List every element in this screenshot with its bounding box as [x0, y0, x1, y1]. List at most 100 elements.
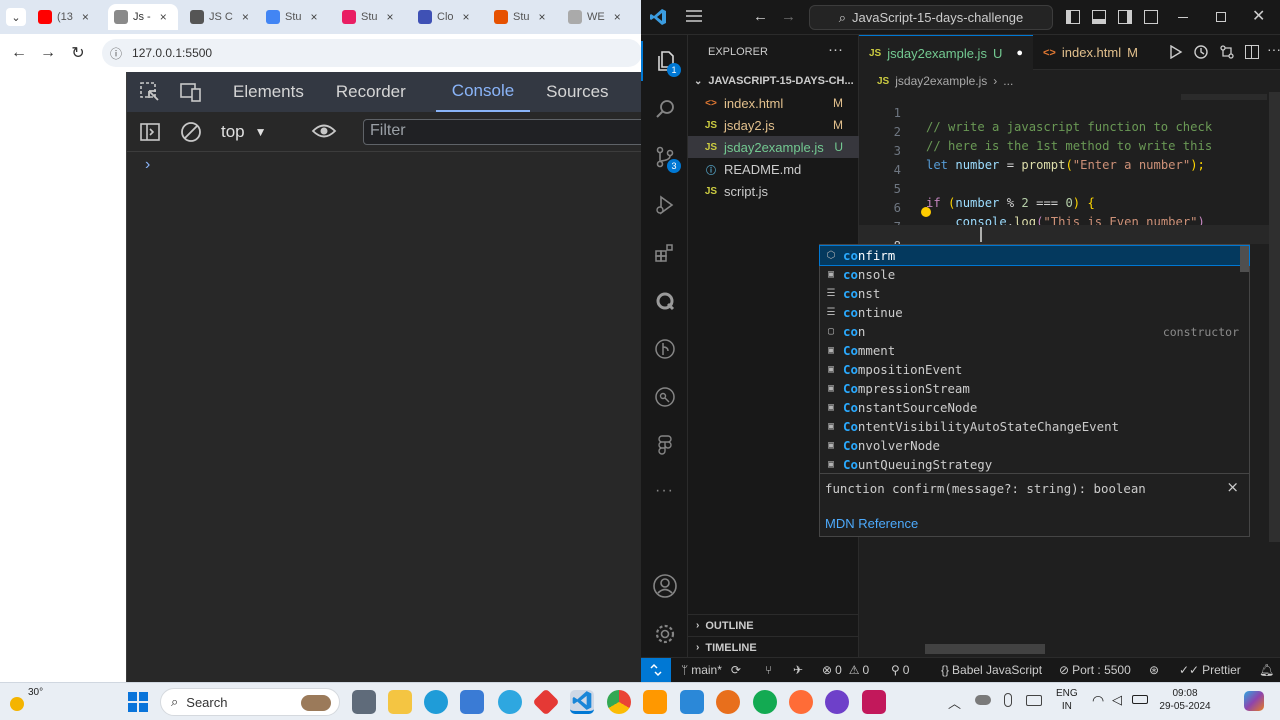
mongodb-icon[interactable] — [753, 690, 777, 714]
task-view-icon[interactable] — [352, 690, 376, 714]
toggle-panel-icon[interactable] — [1092, 10, 1106, 24]
camera-icon[interactable] — [1026, 695, 1042, 706]
unsaved-dot-icon[interactable]: ● — [1016, 47, 1023, 59]
suggestion-item[interactable]: ▣ Co ntentVisibilityAutoStateChangeEvent — [820, 417, 1249, 436]
browser-tab[interactable]: Stu × — [260, 4, 326, 30]
tab-close-icon[interactable]: × — [311, 10, 318, 24]
close-window-icon[interactable]: ✕ — [1252, 6, 1265, 26]
figma-icon[interactable] — [641, 425, 688, 465]
notifications-bell-icon[interactable]: 🔔︎ — [1259, 658, 1274, 682]
suggestion-item[interactable]: ☰ co nst — [820, 284, 1249, 303]
suggestion-item[interactable]: ▣ Co mpressionStream — [820, 379, 1249, 398]
suggestion-item[interactable]: ▣ Co mpositionEvent — [820, 360, 1249, 379]
onedrive-icon[interactable] — [975, 695, 991, 705]
tab-console[interactable]: Console — [435, 72, 531, 112]
weather-widget[interactable]: 30° — [8, 687, 48, 717]
branch-indicator[interactable]: ᛘ main* ⟳ — [681, 658, 741, 682]
back-arrow-icon[interactable]: ← — [4, 38, 34, 68]
browser-tab[interactable]: Js - × — [108, 4, 178, 30]
toggle-secondary-sidebar-icon[interactable] — [1118, 10, 1132, 24]
suggestion-item[interactable]: ⬡ co nfirm — [819, 245, 1250, 266]
tab-close-icon[interactable]: × — [387, 10, 394, 24]
live-share-icon[interactable]: ✈ — [793, 658, 803, 682]
problems-indicator[interactable]: ⊗ 0 ⚠ 0 — [822, 658, 869, 682]
explorer-files-icon[interactable]: 1 — [641, 41, 688, 81]
nav-forward-icon[interactable]: → — [781, 8, 796, 25]
tab-close-icon[interactable]: × — [614, 10, 621, 24]
git-history-icon[interactable] — [641, 377, 688, 417]
tab-close-icon[interactable]: × — [82, 10, 89, 24]
forward-arrow-icon[interactable]: → — [33, 38, 63, 68]
postman-icon[interactable] — [789, 690, 813, 714]
run-debug-icon[interactable] — [641, 185, 688, 225]
microsoft-store-icon[interactable] — [460, 690, 484, 714]
explorer-file-item[interactable]: JS jsday2.js M — [688, 114, 859, 136]
outline-section-header[interactable]: › OUTLINE — [688, 614, 859, 636]
notepad-icon[interactable] — [680, 690, 704, 714]
sublime-text-icon[interactable] — [643, 690, 667, 714]
tab-recorder[interactable]: Recorder — [320, 72, 422, 112]
editor-more-actions-icon[interactable]: ··· — [1267, 41, 1280, 57]
chrome-icon[interactable] — [607, 690, 631, 714]
chat-copilot-icon[interactable] — [498, 690, 522, 714]
reload-icon[interactable]: ↻ — [63, 38, 93, 68]
language-indicator[interactable]: ENG IN — [1056, 687, 1078, 713]
explorer-file-item[interactable]: JS script.js — [688, 180, 859, 202]
suggestion-item[interactable]: ▣ Co nstantSourceNode — [820, 398, 1249, 417]
remote-indicator-icon[interactable] — [641, 658, 671, 682]
console-filter-input[interactable]: Filter — [363, 119, 641, 145]
tab-elements[interactable]: Elements — [217, 72, 320, 112]
battery-icon[interactable] — [1132, 695, 1148, 704]
browser-tab[interactable]: Stu × — [336, 4, 402, 30]
browser-tab[interactable]: Clo × — [412, 4, 478, 30]
copilot-disabled-icon[interactable]: ⊛ — [1149, 658, 1159, 682]
customize-layout-icon[interactable] — [1144, 10, 1158, 24]
volume-icon[interactable]: ◁ — [1112, 692, 1122, 708]
explorer-file-item[interactable]: JS jsday2example.js U — [688, 136, 859, 158]
suggestion-item[interactable]: ▣ Co untQueuingStrategy — [820, 455, 1249, 474]
ports-indicator[interactable]: ⚲ 0 — [891, 658, 909, 682]
search-view-icon[interactable] — [641, 89, 688, 129]
browser-tab[interactable]: (13 × — [32, 4, 98, 30]
suggestion-item[interactable]: ☰ co ntinue — [820, 303, 1249, 322]
device-toolbar-icon[interactable] — [173, 72, 209, 112]
extensions-icon[interactable] — [641, 233, 688, 273]
workspace-folder-header[interactable]: ⌄ JAVASCRIPT-15-DAYS-CH... — [688, 70, 859, 92]
suggest-scrollbar[interactable] — [1240, 246, 1249, 272]
live-server-port[interactable]: ⊘ Port : 5500 — [1059, 658, 1131, 682]
explorer-file-item[interactable]: ⓘ README.md — [688, 158, 859, 180]
tab-list-chevron-icon[interactable]: ⌄ — [6, 8, 26, 26]
github-desktop-icon[interactable] — [825, 690, 849, 714]
start-windows-icon[interactable] — [128, 692, 148, 712]
explorer-file-item[interactable]: <> index.html M — [688, 92, 859, 114]
suggestion-item[interactable]: ▢ co n constructor — [820, 322, 1249, 341]
suggestion-item[interactable]: ▣ co nsole — [820, 265, 1249, 284]
timeline-section-header[interactable]: › TIMELINE — [688, 636, 859, 658]
red-app-icon[interactable] — [532, 688, 560, 716]
breadcrumb-file[interactable]: jsday2example.js — [895, 74, 987, 88]
horizontal-scrollbar[interactable] — [925, 644, 1045, 654]
wifi-icon[interactable]: ◠ — [1092, 692, 1104, 709]
source-control-icon[interactable]: 3 — [641, 137, 688, 177]
live-expression-eye-icon[interactable] — [311, 120, 337, 147]
browser-tab[interactable]: WE × — [562, 4, 628, 30]
tab-close-icon[interactable]: × — [539, 10, 546, 24]
prettier-indicator[interactable]: ✓✓ Prettier — [1179, 658, 1241, 682]
mdn-reference-link[interactable]: MDN Reference — [825, 516, 918, 531]
accounts-icon[interactable] — [641, 566, 688, 606]
timeline-history-icon[interactable] — [1193, 44, 1209, 65]
git-graph-icon[interactable] — [641, 329, 688, 369]
run-file-icon[interactable] — [1169, 44, 1183, 64]
toggle-primary-sidebar-icon[interactable] — [1066, 10, 1080, 24]
settings-gear-icon[interactable] — [641, 614, 688, 654]
inspect-element-icon[interactable] — [127, 72, 173, 112]
menu-hamburger-icon[interactable] — [685, 8, 705, 26]
address-bar[interactable]: ⓘ 127.0.0.1:5500 — [102, 39, 641, 67]
git-graph-status-icon[interactable]: ⑂ — [765, 658, 772, 682]
compare-changes-icon[interactable] — [1219, 44, 1235, 65]
browser-tab[interactable]: Stu × — [488, 4, 554, 30]
minimize-icon[interactable] — [1178, 17, 1188, 18]
console-prompt-chevron-icon[interactable]: › — [145, 156, 150, 174]
command-center-search[interactable]: ⌕ JavaScript-15-days-challenge — [809, 5, 1053, 30]
browser-tab[interactable]: JS C × — [184, 4, 250, 30]
